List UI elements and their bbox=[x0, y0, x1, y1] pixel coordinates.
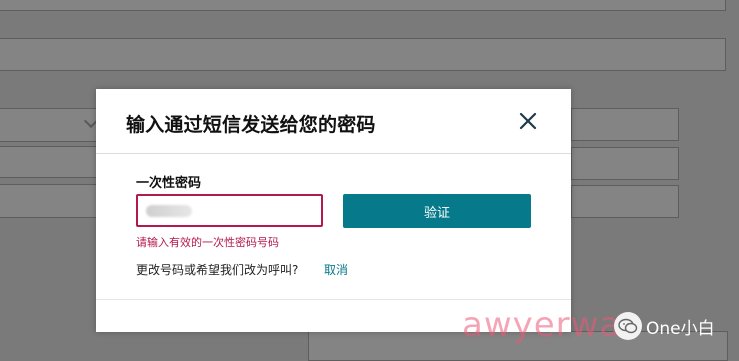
bg-field-3 bbox=[0, 108, 102, 142]
verify-button[interactable]: 验证 bbox=[343, 194, 531, 228]
watermark-brand: One小白 bbox=[614, 310, 734, 342]
cancel-link[interactable]: 取消 bbox=[324, 261, 348, 278]
bg-field-4 bbox=[0, 146, 102, 178]
bg-field-1 bbox=[0, 0, 726, 11]
change-number-prompt: 更改号码或希望我们改为呼叫? bbox=[136, 263, 299, 277]
bg-field-2 bbox=[0, 38, 726, 71]
dialog-header: 输入通过短信发送给您的密码 bbox=[96, 89, 571, 154]
wechat-logo-icon bbox=[614, 312, 642, 340]
dialog-title: 输入通过短信发送给您的密码 bbox=[126, 114, 376, 136]
close-button[interactable] bbox=[516, 109, 540, 133]
otp-dialog: 输入通过短信发送给您的密码 一次性密码 验证 请输入有效的一次性密码号码 更改号… bbox=[96, 89, 571, 332]
watermark-brand-name: One小白 bbox=[646, 319, 715, 339]
close-icon bbox=[519, 112, 537, 130]
dialog-footer-divider bbox=[96, 299, 571, 300]
otp-obscured-value bbox=[146, 205, 192, 217]
bg-field-8 bbox=[571, 185, 679, 218]
bg-field-6 bbox=[571, 108, 679, 141]
otp-error-message: 请输入有效的一次性密码号码 bbox=[136, 236, 279, 249]
watermark-text: awyerwa bbox=[462, 305, 622, 345]
bg-field-5 bbox=[0, 184, 102, 218]
otp-label: 一次性密码 bbox=[136, 176, 202, 191]
otp-input[interactable] bbox=[136, 194, 323, 227]
bg-field-7 bbox=[571, 147, 679, 180]
